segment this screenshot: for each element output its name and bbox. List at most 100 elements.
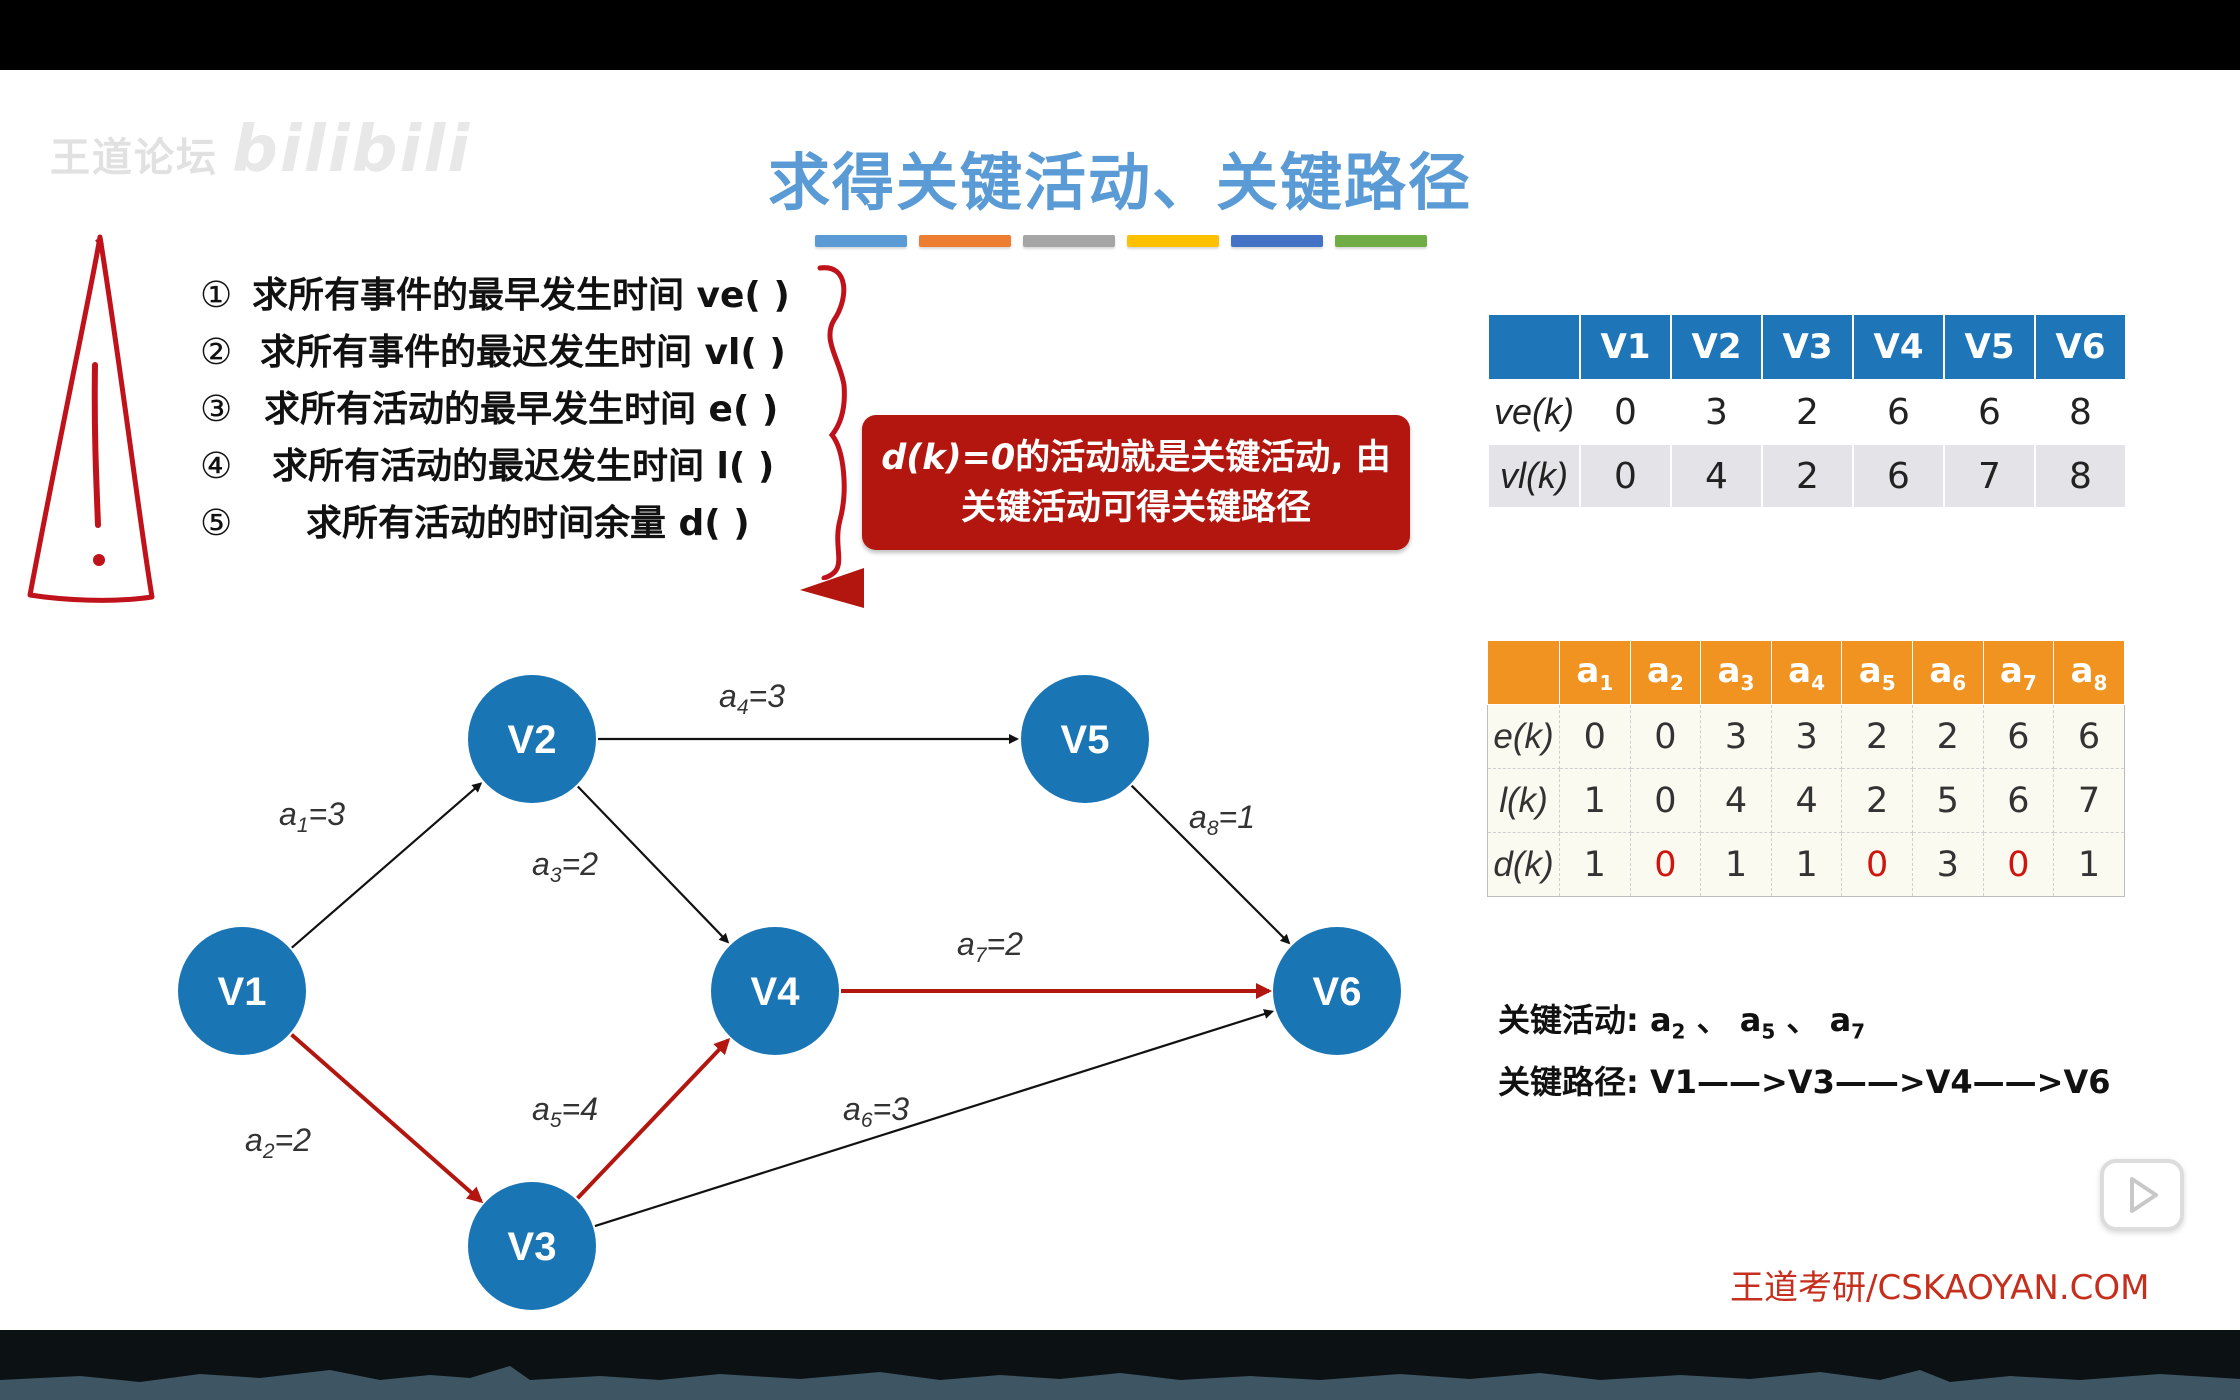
activity-header: a1 (1559, 640, 1631, 705)
activity-row: l(k) 1 0 4 4 2 5 6 7 (1487, 768, 2125, 833)
aoe-graph: V1 V2 V3 V4 V5 V6 a1=3 a2=2 a3=2 a4=3 a5=4 a6=3 a7=… (178, 675, 1401, 1310)
activity-row: d(k) 1 0 1 1 0 3 0 1 (1487, 832, 2125, 897)
activity-cell: 6 (2053, 704, 2125, 769)
activity-cell: 0 (1982, 832, 2055, 897)
activity-separator: 、 (1775, 1001, 1830, 1039)
event-table-corner (1487, 313, 1581, 381)
critical-activity: a2 (1649, 1001, 1686, 1044)
activity-cell: 7 (2053, 768, 2125, 833)
activity-cell: 0 (1841, 832, 1913, 897)
activity-cell: 4 (1700, 768, 1772, 833)
node-v4: V4 (711, 927, 839, 1055)
event-cell: 7 (1943, 443, 2036, 509)
activity-cell: 0 (1629, 768, 1702, 833)
edge-label: a5=4 (532, 1091, 598, 1132)
activity-separator: 、 (1685, 1001, 1740, 1039)
event-header: V3 (1761, 313, 1854, 381)
activity-header: a6 (1911, 640, 1984, 705)
activity-row-label: e(k) (1487, 704, 1560, 769)
activity-cell: 6 (1982, 768, 2055, 833)
edge-v3-v6 (594, 1009, 1275, 1228)
activity-cell: 4 (1770, 768, 1843, 833)
activity-cell: 0 (1559, 704, 1631, 769)
event-cell: 8 (2034, 443, 2127, 509)
activity-header: a8 (2053, 640, 2125, 705)
activity-cell: 5 (1911, 768, 1984, 833)
edge-v2-v4 (577, 785, 730, 944)
edge-label: a3=2 (532, 846, 598, 887)
activity-cell: 2 (1911, 704, 1984, 769)
node-label: V2 (508, 718, 557, 762)
event-row: ve(k) 0 3 2 6 6 8 (1487, 379, 2127, 445)
node-label: V3 (508, 1225, 557, 1269)
critical-path-value: V1——>V3——>V4——>V6 (1649, 1063, 2111, 1101)
node-v6: V6 (1273, 927, 1401, 1055)
activity-cell: 2 (1841, 704, 1913, 769)
slide: 王道论坛 bilibili 求得关键活动、关键路径 ① 求所有事件的最早发生时间 v… (0, 70, 2240, 1330)
activity-time-table: a1 a2 a3 a4 a5 a6 a7 a8 e(k) 0 0 3 3 2 2 6 6 l(k) 1 0 4 4 2 5 6… (1487, 640, 2125, 897)
event-row-label: vl(k) (1487, 443, 1581, 509)
critical-path-line: 关键路径: V1——>V3——>V4——>V6 (1498, 1057, 2111, 1103)
node-label: V1 (218, 970, 267, 1014)
activity-row: e(k) 0 0 3 3 2 2 6 6 (1487, 704, 2125, 769)
critical-activities-line: 关键活动: a2 、 a5 、 a7 (1498, 995, 1865, 1043)
critical-activity: a5 (1739, 1001, 1776, 1044)
edge-label: a2=2 (245, 1122, 311, 1163)
event-header: V2 (1670, 313, 1763, 381)
node-label: V4 (751, 970, 801, 1014)
event-row: vl(k) 0 4 2 6 7 8 (1487, 443, 2127, 509)
activity-cell: 6 (1982, 704, 2055, 769)
event-cell: 6 (1852, 443, 1945, 509)
critical-activities-list: a2 、 a5 、 a7 (1649, 1001, 1866, 1044)
activity-cell: 0 (1629, 832, 1702, 897)
activity-cell: 1 (1559, 832, 1631, 897)
activity-cell: 3 (1911, 832, 1984, 897)
node-v1: V1 (178, 927, 306, 1055)
activity-cell: 0 (1629, 704, 1702, 769)
activity-header: a2 (1629, 640, 1702, 705)
critical-path-label: 关键路径: (1498, 1063, 1639, 1101)
activity-cell: 1 (1559, 768, 1631, 833)
event-cell: 4 (1670, 443, 1763, 509)
event-header: V4 (1852, 313, 1945, 381)
activity-cell: 2 (1841, 768, 1913, 833)
edge-label: a4=3 (719, 678, 785, 719)
activity-cell: 3 (1700, 704, 1772, 769)
event-cell: 2 (1761, 443, 1854, 509)
audio-waveform (0, 1366, 2240, 1400)
activity-cell: 1 (1770, 832, 1843, 897)
edge-v3-v4 (576, 1038, 731, 1200)
event-cell: 2 (1761, 379, 1854, 445)
edge-v1-v3 (290, 1033, 484, 1204)
critical-activities-label: 关键活动: (1498, 1001, 1639, 1039)
activity-row-label: l(k) (1487, 768, 1560, 833)
edge-label: a1=3 (279, 796, 345, 837)
event-cell: 6 (1852, 379, 1945, 445)
node-label: V5 (1061, 718, 1110, 762)
edge-v5-v6 (1130, 784, 1291, 945)
activity-cell: 1 (1700, 832, 1772, 897)
node-v2: V2 (468, 675, 596, 803)
video-top-bar (0, 0, 2240, 70)
activity-cell: 1 (2053, 832, 2125, 897)
brand-footer: 王道考研/CSKAOYAN.COM (1730, 1268, 2150, 1308)
play-icon (2130, 1177, 2158, 1213)
activity-header: a7 (1982, 640, 2055, 705)
event-header: V1 (1579, 313, 1672, 381)
activity-table-corner (1487, 640, 1560, 705)
activity-header: a4 (1770, 640, 1843, 705)
critical-activity: a7 (1829, 1001, 1866, 1044)
play-button[interactable] (2100, 1159, 2184, 1231)
event-time-table: V1 V2 V3 V4 V5 V6 ve(k) 0 3 2 6 6 8 vl(k) 0 4 2 6 7 8 (1487, 313, 2127, 509)
event-header: V5 (1943, 313, 2036, 381)
event-cell: 3 (1670, 379, 1763, 445)
edge-label: a7=2 (957, 926, 1023, 967)
edge-label: a8=1 (1189, 799, 1255, 840)
event-cell: 6 (1943, 379, 2036, 445)
activity-row-label: d(k) (1487, 832, 1560, 897)
activity-header: a3 (1700, 640, 1772, 705)
activity-cell: 3 (1770, 704, 1843, 769)
activity-header: a5 (1841, 640, 1913, 705)
event-cell: 0 (1579, 379, 1672, 445)
edge-label: a6=3 (843, 1091, 909, 1132)
